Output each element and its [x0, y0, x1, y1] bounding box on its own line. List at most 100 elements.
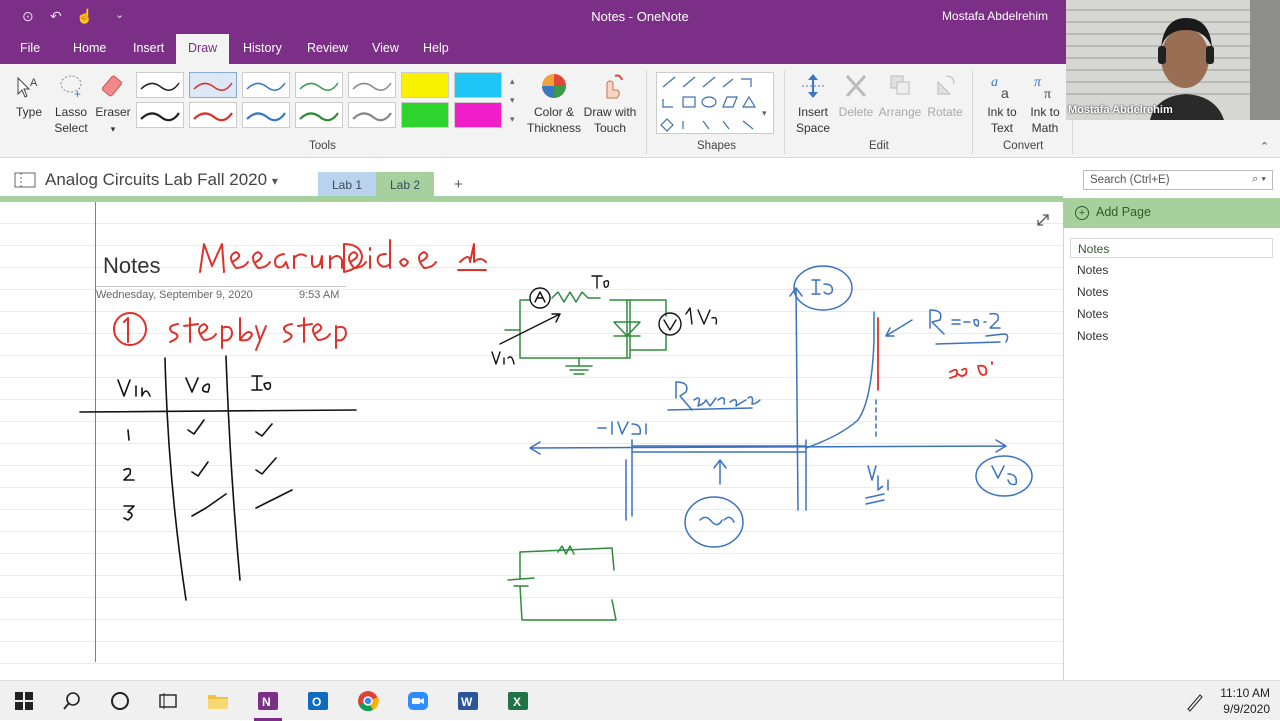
section-tab-lab-1[interactable]: Lab 1: [318, 172, 377, 198]
add-section-button[interactable]: +: [440, 172, 477, 198]
cortana-icon[interactable]: [108, 689, 132, 713]
shapes-more[interactable]: ▾: [762, 108, 767, 119]
webcam-person: [1066, 0, 1280, 120]
draw-with-touch-button[interactable]: Draw with Touch: [582, 72, 638, 136]
ink-to-text-button[interactable]: aa Ink to Text: [980, 72, 1024, 136]
svg-text:A: A: [30, 77, 38, 89]
page-date: Wednesday, September 9, 2020: [96, 289, 253, 301]
page-item[interactable]: Notes: [1070, 304, 1273, 324]
pen-green-thick[interactable]: [295, 102, 343, 128]
tab-home[interactable]: Home: [73, 41, 106, 55]
ribbon-separator: [784, 70, 785, 154]
notebook-name[interactable]: Analog Circuits Lab Fall 2020 ▾: [45, 170, 278, 190]
chrome-icon[interactable]: [356, 689, 380, 713]
delete-button[interactable]: Delete: [836, 72, 876, 120]
type-cursor-icon: A: [17, 76, 38, 98]
group-label-shapes: Shapes: [697, 140, 737, 152]
eraser-icon: [101, 75, 123, 97]
svg-text:+: +: [74, 87, 81, 100]
collapse-ribbon-icon[interactable]: ⌃: [1260, 140, 1269, 153]
tab-view[interactable]: View: [372, 41, 399, 55]
title-underline: [96, 286, 346, 287]
page-title[interactable]: Notes: [103, 253, 160, 279]
insert-space-button[interactable]: Insert Space: [790, 72, 836, 136]
system-clock[interactable]: 11:10 AM 9/9/2020: [1220, 685, 1270, 717]
excel-icon[interactable]: X: [506, 689, 530, 713]
svg-text:O: O: [312, 695, 321, 709]
word-icon[interactable]: W: [456, 689, 480, 713]
svg-text:π: π: [1034, 75, 1042, 90]
color-thickness-button[interactable]: Color & Thickness: [526, 72, 582, 136]
ink-to-text-icon: aa: [991, 75, 1009, 100]
outlook-icon[interactable]: O: [306, 689, 330, 713]
pen-gray-thin[interactable]: [348, 72, 396, 98]
notebook-icon[interactable]: [14, 172, 36, 188]
shapes-icons: [660, 76, 757, 132]
lasso-select-button[interactable]: + Lasso Select: [52, 72, 90, 136]
svg-text:N: N: [262, 695, 271, 709]
pen-gallery-scroll[interactable]: ▴ ▾ ▾: [510, 72, 515, 129]
page-item[interactable]: Notes: [1070, 238, 1273, 258]
page-item[interactable]: Notes: [1070, 282, 1273, 302]
account-user[interactable]: Mostafa Abdelrehim: [942, 9, 1048, 23]
pen-blue-thick[interactable]: [242, 102, 290, 128]
pen-gallery: [136, 72, 508, 130]
tab-review[interactable]: Review: [307, 41, 348, 55]
pen-gray-thick[interactable]: [348, 102, 396, 128]
pen-red-thin[interactable]: [189, 72, 237, 98]
tab-history[interactable]: History: [243, 41, 282, 55]
svg-text:π: π: [1044, 87, 1051, 100]
page-item[interactable]: Notes: [1070, 326, 1273, 346]
ribbon-separator: [646, 70, 647, 154]
highlighter-cyan[interactable]: [454, 72, 502, 98]
add-page-button[interactable]: + Add Page: [1063, 198, 1280, 228]
search-icon: ⌕ ▾: [1252, 173, 1266, 185]
page-item[interactable]: Notes: [1070, 260, 1273, 280]
file-explorer-icon[interactable]: [206, 689, 230, 713]
margin-line: [95, 202, 96, 662]
webcam-video: Mostafa Abdelrehim: [1066, 0, 1280, 120]
svg-text:a: a: [1001, 85, 1009, 100]
page-time: 9:53 AM: [299, 289, 340, 301]
task-view-icon[interactable]: [156, 689, 180, 713]
tab-help[interactable]: Help: [423, 41, 449, 55]
ribbon-separator: [972, 70, 973, 154]
group-label-convert: Convert: [1003, 140, 1044, 152]
ink-to-math-button[interactable]: ππ Ink to Math: [1024, 72, 1066, 136]
pen-tray-icon[interactable]: [1182, 689, 1206, 713]
highlighter-yellow[interactable]: [401, 72, 449, 98]
search-input[interactable]: Search (Ctrl+E) ⌕ ▾: [1083, 170, 1273, 190]
delete-x-icon: [845, 74, 867, 98]
windows-start-icon[interactable]: [12, 689, 36, 713]
pen-blue-thin[interactable]: [242, 72, 290, 98]
svg-text:X: X: [513, 695, 521, 709]
svg-text:a: a: [991, 75, 998, 90]
pen-red-thick[interactable]: [189, 102, 237, 128]
arrange-icon: [890, 75, 910, 95]
shapes-gallery[interactable]: [656, 72, 774, 134]
color-wheel-icon: [542, 74, 566, 98]
group-label-tools: Tools: [309, 140, 336, 152]
rotate-button[interactable]: Rotate: [924, 72, 966, 120]
search-icon[interactable]: [60, 689, 84, 713]
taskbar: N O W X 11:10 AM 9/9/2020: [0, 680, 1280, 721]
onenote-icon[interactable]: N: [256, 689, 280, 713]
tab-insert[interactable]: Insert: [133, 41, 164, 55]
rotate-icon: [937, 75, 955, 95]
insert-space-icon: [802, 74, 824, 98]
tab-draw[interactable]: Draw: [176, 34, 230, 64]
highlighter-green[interactable]: [401, 102, 449, 128]
ink-to-math-icon: ππ: [1034, 75, 1051, 100]
touch-draw-icon: [606, 74, 623, 99]
arrange-button[interactable]: Arrange: [876, 72, 924, 120]
zoom-icon[interactable]: [406, 689, 430, 713]
pen-green-thin[interactable]: [295, 72, 343, 98]
section-tab-lab-2[interactable]: Lab 2: [376, 172, 435, 198]
pen-black-thick[interactable]: [136, 102, 184, 128]
expand-icon[interactable]: [1035, 212, 1051, 228]
pen-black-thin[interactable]: [136, 72, 184, 98]
type-button[interactable]: A Type: [12, 72, 46, 120]
eraser-button[interactable]: Eraser ▾: [94, 72, 132, 137]
highlighter-magenta[interactable]: [454, 102, 502, 128]
tab-file[interactable]: File: [20, 41, 40, 55]
